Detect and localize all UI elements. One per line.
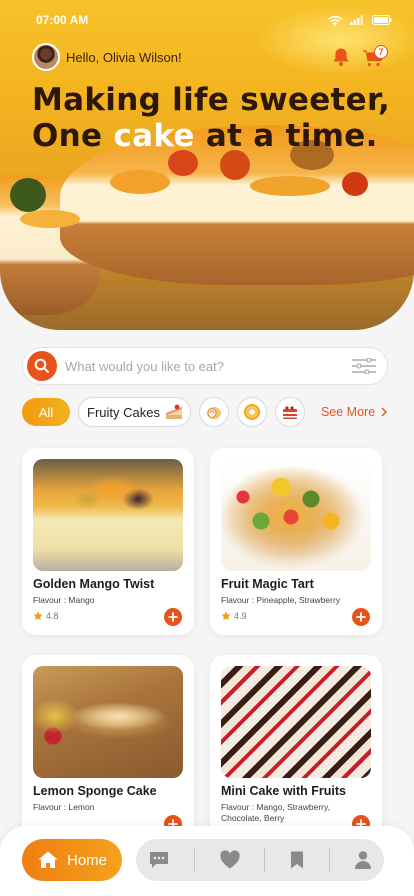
see-more-label: See More [320, 405, 376, 419]
product-image [33, 459, 183, 571]
cart-button[interactable]: 7 [362, 45, 388, 67]
product-flavour: Flavour : Pineapple, Strawberry [221, 595, 341, 605]
greeting-row: Hello, Olivia Wilson! 7 [32, 42, 388, 72]
headline-text: One [32, 118, 114, 154]
nav-icons [136, 839, 384, 881]
filter-icon[interactable] [351, 358, 377, 374]
search-input[interactable] [57, 358, 351, 374]
nav-home-button[interactable]: Home [22, 839, 122, 881]
status-time: 07:00 AM [36, 13, 89, 27]
product-image [33, 666, 183, 778]
hero-headline: Making life sweeter, One cake at a time. [32, 82, 390, 154]
greeting-text: Hello, Olivia Wilson! [66, 49, 182, 65]
nav-home-label: Home [66, 851, 107, 869]
product-card[interactable]: Golden Mango Twist Flavour : Mango 4.8 [22, 448, 194, 635]
nav-divider [193, 848, 195, 872]
see-more-link[interactable]: See More [320, 405, 388, 419]
chat-icon[interactable] [148, 850, 170, 870]
add-to-cart-button[interactable] [164, 608, 182, 626]
plus-icon [356, 612, 366, 622]
avatar[interactable] [32, 43, 60, 71]
hero-banner: 07:00 AM Hello, Olivia Wilson! 7 Making … [0, 0, 414, 330]
product-rating: 4.9 [221, 611, 247, 621]
search-icon [34, 358, 49, 373]
chevron-right-icon [381, 407, 388, 417]
user-icon[interactable] [354, 850, 372, 870]
strawberry-cake-icon [165, 404, 182, 419]
bell-icon[interactable] [332, 47, 350, 67]
product-name: Fruit Magic Tart [221, 577, 314, 591]
product-flavour: Flavour : Lemon [33, 802, 95, 812]
category-roll-cake-chip[interactable] [198, 397, 229, 427]
heart-icon[interactable] [219, 850, 241, 870]
category-fruity-cakes-chip[interactable]: Fruity Cakes [78, 397, 191, 427]
bottom-navigation: Home [0, 826, 414, 896]
product-image [221, 666, 371, 778]
product-rating: 4.8 [33, 611, 59, 621]
category-donut-chip[interactable] [236, 397, 267, 427]
product-card[interactable]: Lemon Sponge Cake Flavour : Lemon [22, 655, 194, 845]
search-bar [22, 347, 388, 385]
product-card[interactable]: Mini Cake with Fruits Flavour : Mango, S… [210, 655, 382, 845]
wifi-icon [328, 15, 342, 26]
headline-line-2: One cake at a time. [32, 118, 390, 154]
headline-text: at a time. [194, 118, 378, 154]
category-layer-cake-chip[interactable] [274, 397, 305, 427]
signal-icon [350, 15, 363, 25]
category-chips: All Fruity Cakes See More [22, 397, 392, 427]
rating-value: 4.8 [46, 611, 59, 621]
user-greeting: Hello, Olivia Wilson! [32, 43, 182, 71]
status-icons [328, 15, 392, 26]
search-button[interactable] [27, 351, 57, 381]
layer-cake-icon [282, 406, 297, 419]
status-bar: 07:00 AM [0, 0, 414, 40]
product-image [221, 459, 371, 571]
nav-divider [264, 848, 266, 872]
rating-value: 4.9 [234, 611, 247, 621]
plus-icon [168, 612, 178, 622]
donut-icon [243, 404, 260, 420]
home-icon [38, 851, 58, 868]
star-icon [33, 611, 43, 621]
product-name: Golden Mango Twist [33, 577, 155, 591]
header-actions: 7 [332, 45, 388, 67]
category-label: Fruity Cakes [87, 404, 160, 420]
product-name: Lemon Sponge Cake [33, 784, 157, 798]
product-flavour: Flavour : Mango [33, 595, 95, 605]
headline-line-1: Making life sweeter, [32, 82, 391, 118]
star-icon [221, 611, 231, 621]
product-flavour: Flavour : Mango, Strawberry, Chocolate, … [221, 802, 330, 823]
product-name: Mini Cake with Fruits [221, 784, 347, 798]
cart-badge: 7 [374, 45, 388, 59]
headline-highlight: cake [113, 118, 195, 154]
bookmark-icon[interactable] [289, 850, 305, 870]
product-card[interactable]: Fruit Magic Tart Flavour : Pineapple, St… [210, 448, 382, 635]
category-all-chip[interactable]: All [22, 398, 70, 426]
add-to-cart-button[interactable] [352, 608, 370, 626]
roll-cake-icon [206, 407, 221, 419]
nav-divider [329, 848, 331, 872]
battery-icon [372, 15, 392, 25]
